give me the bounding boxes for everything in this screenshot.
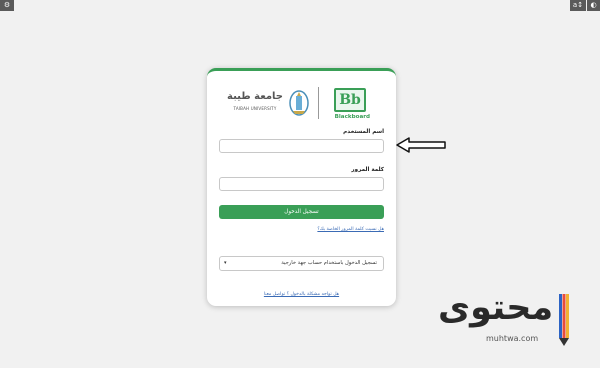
login-card: جامعة طيبة TAIBAH UNIVERSITY Bb Blackboa… [207,68,396,306]
username-input[interactable] [219,139,384,153]
username-label: اسم المستخدم [343,129,384,135]
university-emblem-icon [289,90,309,116]
watermark-text: محتوى [438,288,554,328]
forgot-password-link[interactable]: هل نسيت كلمة المرور الخاصة بك؟ [317,227,384,232]
login-button[interactable]: تسجيل الدخول [219,205,384,219]
password-input[interactable] [219,177,384,191]
settings-icon[interactable]: ⚙ [0,0,14,11]
pointer-arrow-icon [396,137,446,153]
watermark-url: muhtwa.com [486,334,539,343]
dropdown-caret-icon: ▾ [224,260,227,266]
blackboard-wordmark: Blackboard [334,114,370,120]
contrast-icon[interactable]: ◐ [587,0,600,11]
text-size-icon[interactable]: a↕ [570,0,586,11]
logo-header: جامعة طيبة TAIBAH UNIVERSITY Bb Blackboa… [223,85,380,121]
pencil-icon [559,294,569,346]
help-link[interactable]: هل تواجه مشكلة بالدخول ؟ تواصل معنا [207,292,396,297]
blackboard-logo: Bb [334,88,366,112]
logo-divider [318,87,319,119]
external-login-label: تسجيل الدخول باستخدام حساب جهة خارجية [281,260,377,266]
university-name-ar: جامعة طيبة [227,91,283,102]
password-label: كلمة المرور [351,167,384,173]
university-name-en: TAIBAH UNIVERSITY [233,106,277,111]
external-login-select[interactable]: تسجيل الدخول باستخدام حساب جهة خارجية ▾ [219,256,384,271]
site-watermark: محتوى muhtwa.com [438,288,570,358]
